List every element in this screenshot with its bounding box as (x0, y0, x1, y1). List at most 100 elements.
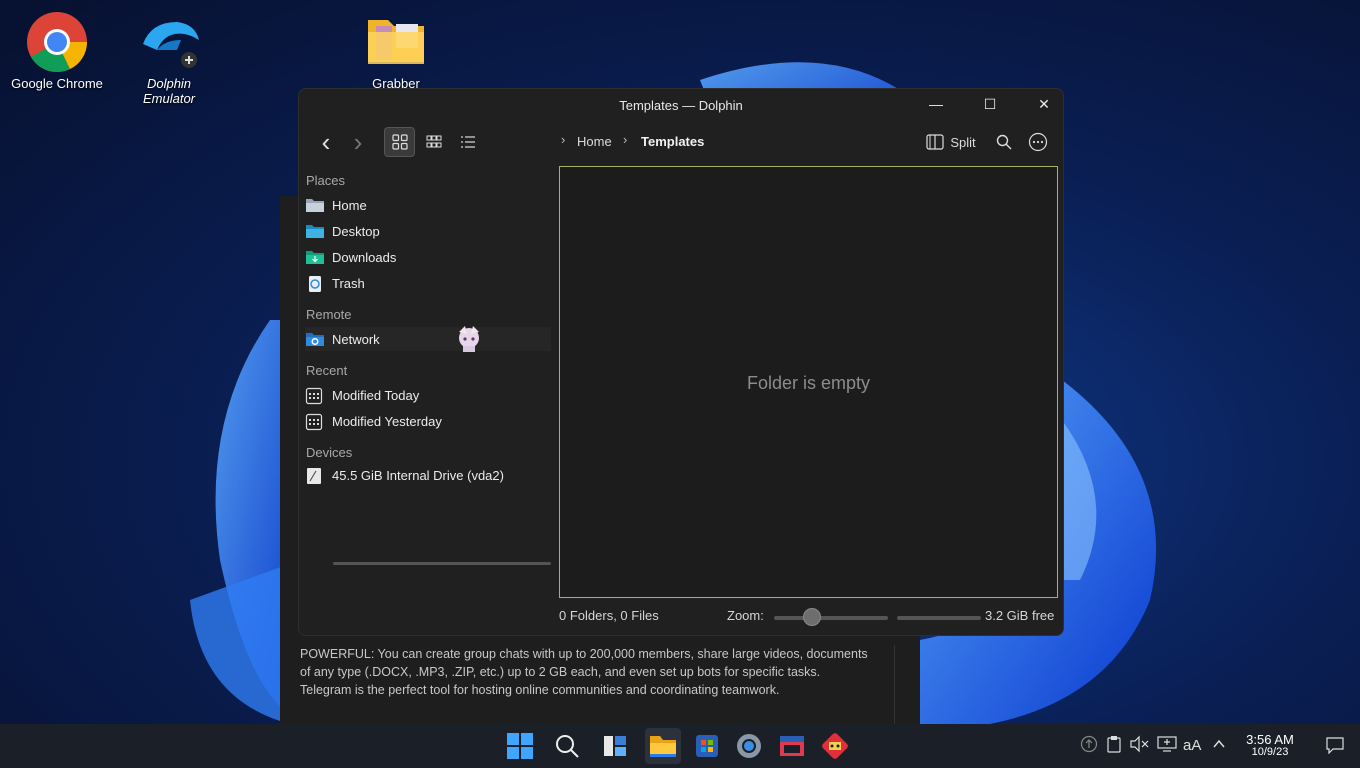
tray-updates-icon[interactable] (1080, 735, 1098, 756)
folder-icon (368, 20, 424, 64)
breadcrumb-home[interactable]: Home (577, 134, 612, 149)
places-item-modified-yesterday[interactable]: Modified Yesterday (305, 409, 551, 433)
places-item-label: Desktop (332, 223, 380, 239)
file-view[interactable]: Folder is empty (559, 166, 1058, 598)
telegram-description: POWERFUL: You can create group chats wit… (300, 647, 868, 697)
search-button[interactable] (989, 127, 1019, 157)
places-item-network[interactable]: Network (305, 326, 551, 352)
places-item-label: Trash (332, 275, 365, 291)
desktop-icon-chrome[interactable]: Google Chrome (2, 10, 112, 91)
drive-usage-bar (333, 562, 551, 565)
forward-button[interactable]: › (343, 127, 373, 157)
status-bar: 0 Folders, 0 Files Zoom: 3.2 GiB free (299, 605, 1063, 627)
places-item-label: Home (332, 197, 367, 213)
clipboard-icon[interactable] (1105, 735, 1123, 756)
trash-icon (309, 276, 321, 292)
places-item-label: Network (332, 331, 380, 347)
taskbar-game-app[interactable] (817, 728, 853, 764)
widgets-icon (604, 736, 626, 756)
section-recent: Recent (306, 363, 348, 378)
split-button[interactable]: Split (921, 127, 981, 157)
chevron-up-icon[interactable] (1212, 735, 1226, 756)
grid-small-icon (426, 135, 441, 148)
dolphin-emulator-icon (143, 22, 199, 68)
divider (894, 645, 895, 724)
drive-icon (307, 468, 321, 484)
places-item-modified-today[interactable]: Modified Today (305, 383, 551, 407)
maximize-button[interactable]: ☐ (963, 89, 1017, 119)
places-item-internal-drive[interactable]: 45.5 GiB Internal Drive (vda2) (305, 463, 551, 487)
details-view-button[interactable] (452, 127, 483, 157)
desktop-icon-grabber[interactable]: Grabber (341, 10, 451, 91)
notifications-icon[interactable] (1325, 736, 1345, 757)
zoom-label: Zoom: (727, 608, 764, 623)
split-view-icon (926, 134, 944, 150)
chrome-icon (27, 12, 87, 72)
desktop-icon-dolphin-emulator[interactable]: Dolphin Emulator (114, 10, 224, 106)
close-button[interactable]: ✕ (1017, 89, 1063, 119)
free-space-bar (897, 616, 981, 620)
places-panel: Places Home Desktop Downloads Trash Remo… (299, 167, 554, 587)
taskbar-clock[interactable]: 3:56 AM 10/9/23 (1232, 733, 1308, 759)
places-item-trash[interactable]: Trash (305, 271, 551, 295)
desktop-icon-label-line2: Emulator (142, 91, 196, 106)
places-item-home[interactable]: Home (305, 193, 551, 217)
zoom-slider-track[interactable] (774, 616, 888, 620)
title-bar[interactable]: Templates — Dolphin — ☐ ✕ (299, 89, 1063, 123)
chevron-right-icon: › (561, 132, 566, 147)
desktop-icon-label: Google Chrome (11, 76, 103, 91)
free-space-label: 3.2 GiB free (985, 608, 1055, 623)
places-item-label: Downloads (332, 249, 397, 265)
media-icon (780, 736, 804, 756)
home-folder-icon (306, 199, 324, 212)
clock-date: 10/9/23 (1251, 746, 1289, 758)
toolbar: ‹ › › Home › Templates Split (299, 123, 1063, 161)
downloads-folder-icon (306, 251, 324, 264)
font-size-indicator[interactable]: aA (1183, 737, 1201, 754)
cursor-mascot-icon (453, 322, 485, 357)
app-store-icon (696, 735, 718, 757)
compact-view-button[interactable] (418, 127, 449, 157)
empty-folder-message: Folder is empty (746, 373, 871, 393)
calendar-icon (305, 387, 323, 405)
split-label: Split (950, 134, 976, 150)
calendar-icon (305, 413, 323, 431)
search-icon (996, 134, 1012, 150)
back-button[interactable]: ‹ (311, 127, 341, 157)
item-count: 0 Folders, 0 Files (559, 608, 659, 623)
desktop-folder-icon (306, 225, 324, 238)
taskbar-search-button[interactable] (549, 728, 585, 764)
dolphin-window[interactable]: Templates — Dolphin — ☐ ✕ ‹ › › Home › T… (298, 88, 1064, 636)
taskbar-file-explorer[interactable] (645, 728, 681, 764)
places-item-downloads[interactable]: Downloads (305, 245, 551, 269)
settings-icon (737, 734, 761, 758)
chevron-right-icon: › (623, 132, 628, 147)
zoom-slider-handle[interactable] (802, 608, 821, 626)
start-button[interactable] (502, 728, 538, 764)
minimize-button[interactable]: — (909, 89, 963, 119)
breadcrumb-templates[interactable]: Templates (641, 134, 704, 149)
taskbar-app-store[interactable] (689, 728, 725, 764)
game-icon (822, 733, 848, 759)
places-item-desktop[interactable]: Desktop (305, 219, 551, 243)
taskbar-widgets-button[interactable] (597, 728, 633, 764)
network-display-icon[interactable] (1157, 735, 1177, 756)
section-devices: Devices (306, 445, 353, 460)
list-icon (460, 136, 475, 148)
network-folder-icon (306, 333, 324, 346)
taskbar-media-app[interactable] (774, 728, 810, 764)
desktop-icon-label: Dolphin (146, 76, 192, 91)
places-item-label: Modified Yesterday (332, 413, 442, 429)
menu-button[interactable] (1023, 127, 1053, 157)
taskbar: aA 3:56 AM 10/9/23 (0, 724, 1360, 768)
icons-view-button[interactable] (384, 127, 415, 157)
volume-muted-icon[interactable] (1129, 735, 1149, 756)
grid-large-icon (391, 134, 408, 150)
taskbar-settings[interactable] (731, 728, 767, 764)
places-item-label: Modified Today (332, 387, 420, 403)
search-icon (556, 735, 579, 758)
section-remote: Remote (306, 307, 352, 322)
clock-time: 3:56 AM (1246, 732, 1294, 747)
places-item-label: 45.5 GiB Internal Drive (vda2) (332, 467, 504, 483)
section-places: Places (306, 173, 346, 188)
